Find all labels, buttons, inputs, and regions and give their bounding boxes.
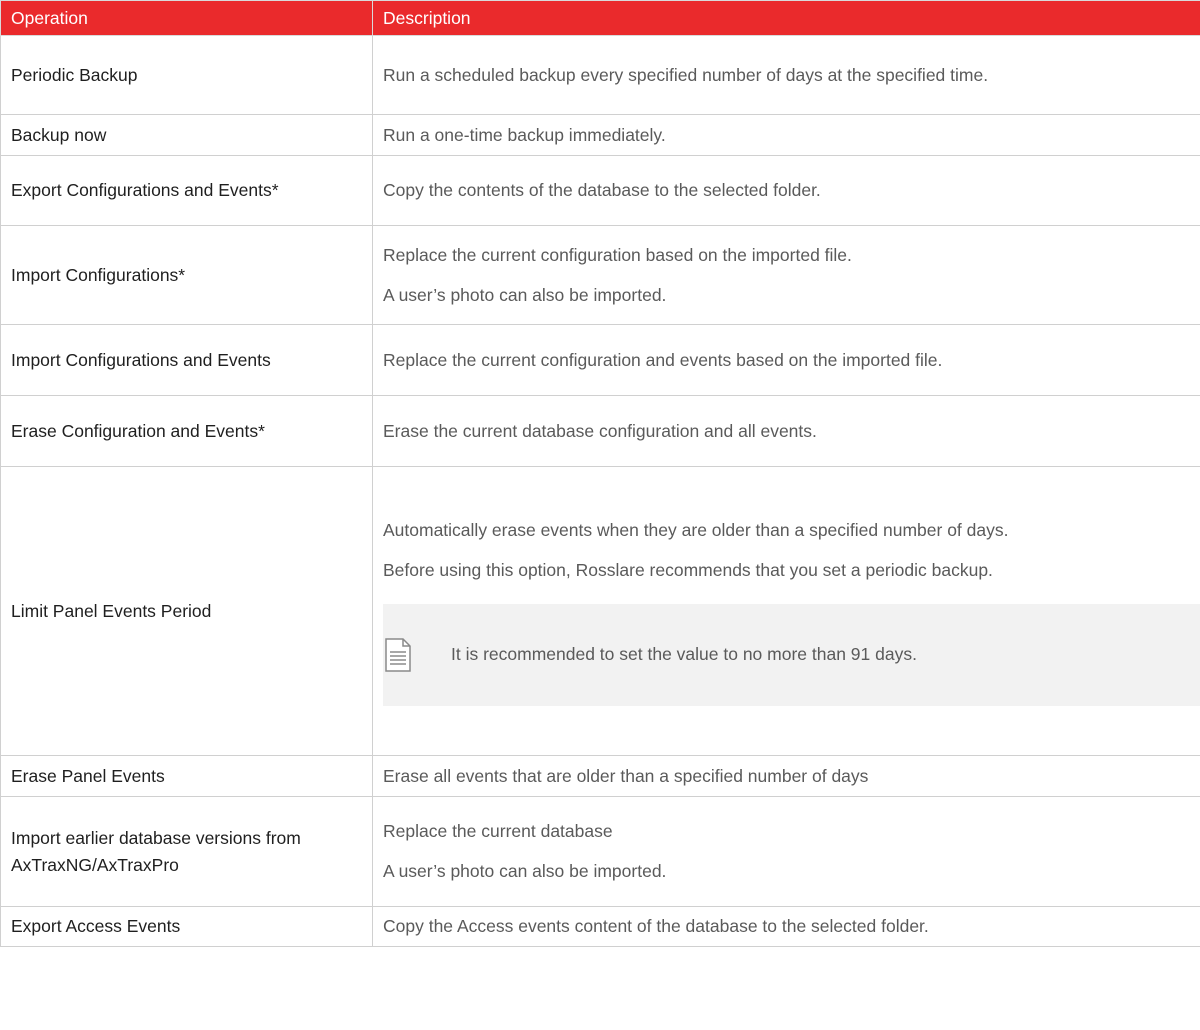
description-text: Run a scheduled backup every specified n… xyxy=(383,64,989,85)
header-row: Operation Description xyxy=(0,0,1200,36)
table-row: Limit Panel Events Period Automatically … xyxy=(0,466,1200,756)
description-cell: Copy the contents of the database to the… xyxy=(372,155,1200,226)
description-text: A user’s photo can also be imported. xyxy=(383,284,667,305)
operation-cell: Backup now xyxy=(0,114,373,156)
description-text: A user’s photo can also be imported. xyxy=(383,861,667,881)
note-box: It is recommended to set the value to no… xyxy=(383,603,1200,706)
description-cell: Run a one-time backup immediately. xyxy=(372,114,1200,156)
table-row: Import earlier database versions from Ax… xyxy=(0,796,1200,907)
description-cell: Erase the current database configuration… xyxy=(372,395,1200,467)
document-note-icon xyxy=(385,637,411,672)
description-cell: Automatically erase events when they are… xyxy=(372,466,1200,756)
operation-cell: Erase Panel Events xyxy=(0,755,373,797)
header-operation: Operation xyxy=(0,0,373,36)
note-text: It is recommended to set the value to no… xyxy=(451,644,917,664)
table-row: Backup now Run a one-time backup immedia… xyxy=(0,114,1200,156)
operation-cell: Export Access Events xyxy=(0,906,373,947)
description-cell: Copy the Access events content of the da… xyxy=(372,906,1200,947)
description-cell: Run a scheduled backup every specified n… xyxy=(372,35,1200,115)
description-text: Automatically erase events when they are… xyxy=(383,519,1009,540)
operation-cell: Import earlier database versions from Ax… xyxy=(0,796,373,907)
description-text: Copy the contents of the database to the… xyxy=(383,180,821,200)
table-row: Erase Panel Events Erase all events that… xyxy=(0,755,1200,797)
description-text: Erase all events that are older than a s… xyxy=(383,765,869,786)
description-cell: Erase all events that are older than a s… xyxy=(372,755,1200,797)
operation-cell: Limit Panel Events Period xyxy=(0,466,373,756)
operation-cell: Import Configurations and Events xyxy=(0,324,373,396)
description-text: Replace the current configuration and ev… xyxy=(383,349,943,370)
operation-cell: Import Configurations* xyxy=(0,225,373,325)
table-row: Export Access Events Copy the Access eve… xyxy=(0,906,1200,947)
description-text: Run a one-time backup immediately. xyxy=(383,124,666,145)
description-cell: Replace the current configuration based … xyxy=(372,225,1200,325)
table-row: Erase Configuration and Events* Erase th… xyxy=(0,395,1200,467)
table-row: Export Configurations and Events* Copy t… xyxy=(0,155,1200,226)
description-cell: Replace the current configuration and ev… xyxy=(372,324,1200,396)
table-row: Periodic Backup Run a scheduled backup e… xyxy=(0,35,1200,115)
description-text: Replace the current database xyxy=(383,821,613,841)
description-text: Replace the current configuration based … xyxy=(383,244,852,265)
description-text: Before using this option, Rosslare recom… xyxy=(383,559,993,580)
operation-cell: Export Configurations and Events* xyxy=(0,155,373,226)
description-cell: Replace the current database A user’s ph… xyxy=(372,796,1200,907)
table-row: Import Configurations* Replace the curre… xyxy=(0,225,1200,325)
operation-cell: Periodic Backup xyxy=(0,35,373,115)
table-row: Import Configurations and Events Replace… xyxy=(0,324,1200,396)
description-text: Copy the Access events content of the da… xyxy=(383,916,929,936)
header-description: Description xyxy=(372,0,1200,36)
description-text: Erase the current database configuration… xyxy=(383,420,817,441)
operation-cell: Erase Configuration and Events* xyxy=(0,395,373,467)
operations-table: Operation Description Periodic Backup Ru… xyxy=(0,0,1200,947)
